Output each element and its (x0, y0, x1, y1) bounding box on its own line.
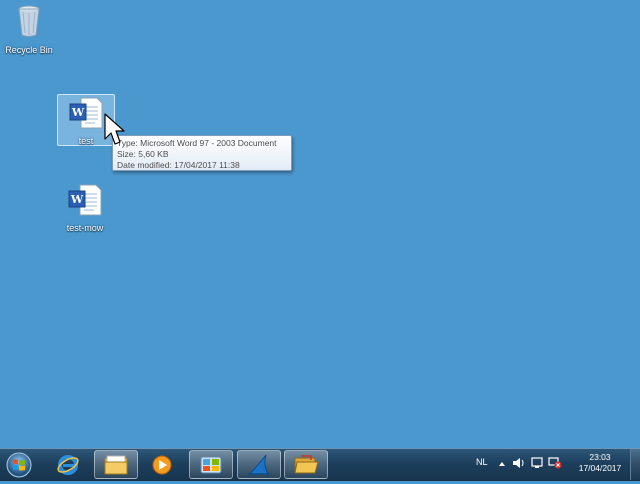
word-document-icon: W (57, 184, 113, 221)
tooltip-type: Type: Microsoft Word 97 - 2003 Document (117, 138, 277, 148)
taskbar-open-folder[interactable] (284, 450, 328, 479)
mouse-cursor-icon (104, 113, 126, 152)
taskbar-media-player[interactable] (140, 450, 184, 479)
recycle-bin-icon (0, 4, 58, 43)
desktop-icon-recycle-bin[interactable]: Recycle Bin (0, 4, 58, 56)
file-info-tooltip: Type: Microsoft Word 97 - 2003 Document … (112, 135, 292, 171)
internet-explorer-icon (57, 454, 79, 475)
control-panel-icon (200, 456, 222, 473)
wireshark-icon (248, 454, 269, 475)
network-warning-icon[interactable] (548, 456, 562, 474)
svg-text:W: W (70, 193, 84, 206)
taskbar-internet-explorer[interactable] (46, 450, 90, 479)
clock-time: 23:03 (589, 452, 611, 462)
desktop-icon-test-mow[interactable]: W test-mow (57, 184, 113, 234)
open-folder-icon (294, 454, 319, 473)
taskbar-clock[interactable]: 23:03 17/04/2017 (573, 452, 627, 474)
desktop-icon-label: Recycle Bin (5, 45, 53, 55)
svg-text:W: W (71, 106, 85, 119)
media-player-icon (152, 455, 172, 474)
taskbar-file-explorer[interactable] (94, 450, 138, 479)
volume-icon[interactable] (512, 456, 526, 474)
taskbar-control-panel[interactable] (189, 450, 233, 479)
tooltip-date-modified: Date modified: 17/04/2017 11:38 (117, 160, 240, 170)
windows-logo-icon (6, 452, 32, 478)
desktop[interactable]: Recycle Bin W test W test-mow Type: Micr (0, 0, 640, 448)
file-explorer-icon (104, 455, 128, 474)
show-desktop-button[interactable] (630, 449, 640, 480)
language-indicator[interactable]: NL (476, 457, 488, 467)
clock-date: 17/04/2017 (578, 463, 622, 473)
start-button[interactable] (4, 451, 34, 479)
show-hidden-icons-icon[interactable] (497, 456, 507, 474)
action-center-icon[interactable] (531, 456, 543, 474)
desktop-icon-label: test-mow (66, 223, 104, 233)
system-tray (497, 456, 562, 474)
taskbar-wireshark[interactable] (237, 450, 281, 479)
tooltip-size: Size: 5,60 KB (117, 149, 169, 159)
